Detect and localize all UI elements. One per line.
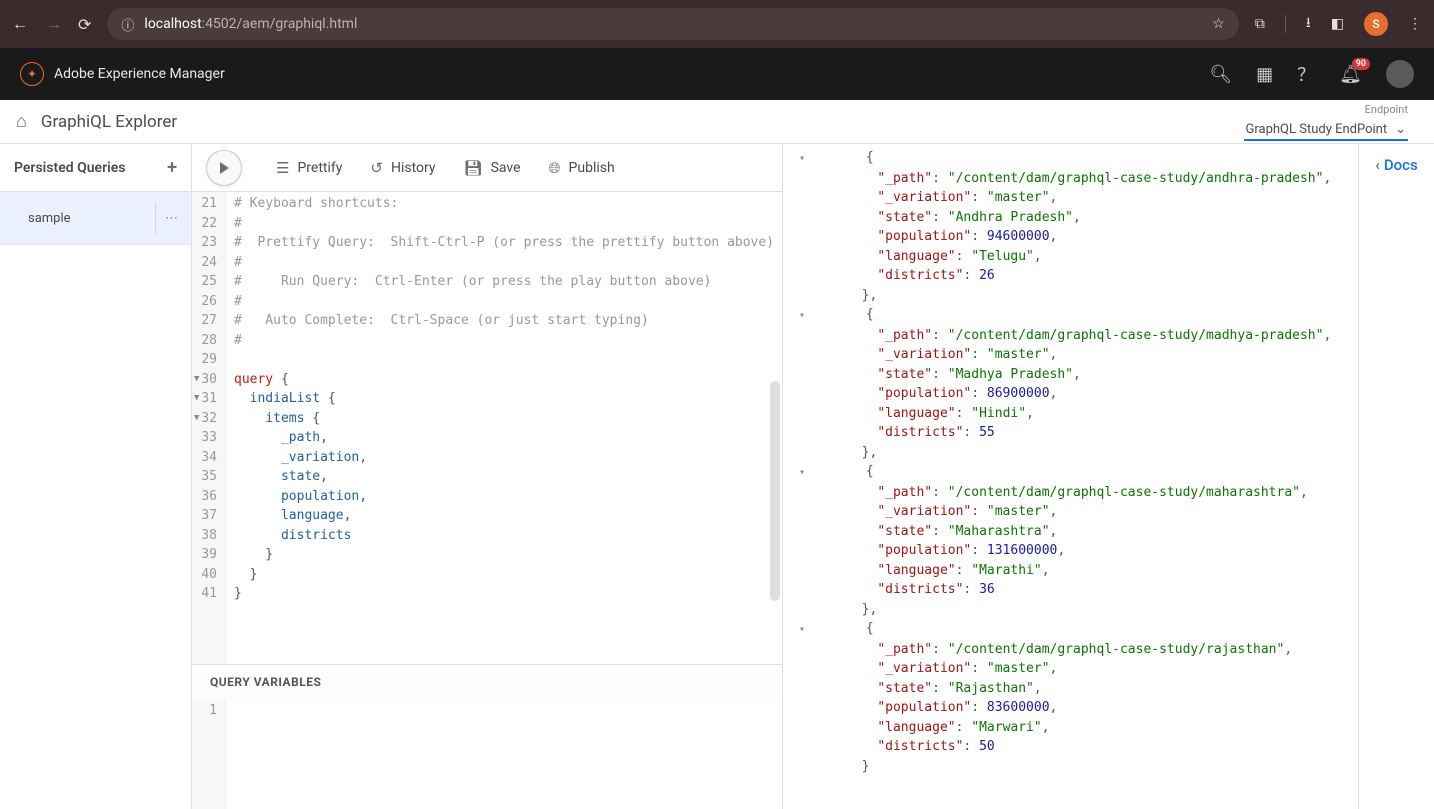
scrollbar[interactable] [770,381,780,601]
persisted-query-item[interactable]: sample ⋯ [0,192,191,245]
reload-icon[interactable]: ⟳ [78,15,91,34]
prettify-icon: ☰ [276,159,289,177]
endpoint-value: GraphQL Study EndPoint [1246,122,1388,137]
result-panel[interactable]: ▾ { "_path": "/content/dam/graphql-case-… [783,144,1358,809]
publish-button[interactable]: 🌐︎Publish [539,153,625,183]
apps-grid-icon[interactable]: ▦ [1256,64,1273,85]
sidebar-header: Persisted Queries + [0,144,191,192]
page-header: ⌂ GraphiQL Explorer Endpoint GraphQL Stu… [0,100,1434,144]
home-icon[interactable]: ⌂ [16,111,27,132]
url-bar[interactable]: ⓘ localhost:4502/aem/graphiql.html ☆ [107,8,1238,40]
editor-panel: ☰Prettify ↺History 💾︎Save 🌐︎Publish 21 2… [192,144,783,809]
docs-toggle[interactable]: ‹ Docs [1375,156,1417,174]
play-icon [217,161,231,175]
bookmark-star-icon[interactable]: ☆ [1212,16,1225,32]
nav-arrows: ← → [12,14,62,34]
save-button[interactable]: 💾︎Save [454,153,531,183]
url-text: localhost:4502/aem/graphiql.html [144,16,1202,32]
endpoint-label: Endpoint [1365,103,1408,116]
vars-gutter: 1 [192,699,226,809]
extensions-icon[interactable]: ⧉ [1255,16,1265,32]
persisted-query-label: sample [28,211,71,226]
query-variables-header[interactable]: QUERY VARIABLES [192,664,782,699]
main: Persisted Queries + sample ⋯ ☰Prettify ↺… [0,144,1434,809]
site-info-icon[interactable]: ⓘ [121,15,134,34]
sidebar-title: Persisted Queries [14,160,126,176]
notification-badge: 90 [1352,58,1370,70]
sidebar: Persisted Queries + sample ⋯ [0,144,192,809]
brand-label: Adobe Experience Manager [54,66,225,82]
aem-logo-icon: ✦ [20,62,44,86]
chevron-left-icon: ‹ [1375,156,1380,174]
add-query-icon[interactable]: + [167,157,177,178]
prettify-button[interactable]: ☰Prettify [266,153,352,183]
more-actions-icon[interactable]: ⋯ [155,202,187,234]
back-icon[interactable]: ← [12,14,28,34]
editor-toolbar: ☰Prettify ↺History 💾︎Save 🌐︎Publish [192,144,782,192]
query-variables-editor[interactable]: 1 [192,699,782,809]
help-icon[interactable]: ？ [1297,61,1315,87]
downloads-icon[interactable]: ⭳ [1306,12,1311,36]
forward-icon[interactable]: → [46,14,62,34]
aem-brand[interactable]: ✦ Adobe Experience Manager [20,62,225,86]
notifications-icon[interactable]: 🔔︎90 [1339,64,1362,85]
browser-chrome: ← → ⟳ ⓘ localhost:4502/aem/graphiql.html… [0,0,1434,48]
line-gutter: 21 22 23 24 25 26 27 28 29 ▼30 ▼31 ▼32 3… [192,192,226,664]
page-title: GraphiQL Explorer [41,112,177,132]
publish-icon: 🌐︎ [549,159,561,177]
history-icon: ↺ [370,159,383,177]
search-icon[interactable]: 🔍︎ [1209,64,1232,85]
vars-code[interactable] [226,699,782,809]
side-panel-icon[interactable]: ◧ [1331,16,1344,32]
user-avatar[interactable] [1386,60,1414,88]
docs-bar: ‹ Docs [1358,144,1434,809]
browser-actions: ⧉ ⭳ ◧ S ⋮ [1255,12,1422,36]
history-button[interactable]: ↺History [360,153,445,183]
query-editor[interactable]: 21 22 23 24 25 26 27 28 29 ▼30 ▼31 ▼32 3… [192,192,782,664]
profile-avatar[interactable]: S [1364,12,1388,36]
aem-header: ✦ Adobe Experience Manager 🔍︎ ▦ ？ 🔔︎90 [0,48,1434,100]
aem-header-actions: 🔍︎ ▦ ？ 🔔︎90 [1209,60,1414,88]
run-button[interactable] [206,150,242,186]
endpoint-selector[interactable]: Endpoint GraphQL Study EndPoint ⌄ [1244,103,1418,141]
kebab-menu-icon[interactable]: ⋮ [1408,16,1422,32]
divider [1285,15,1286,33]
chevron-down-icon: ⌄ [1395,122,1406,137]
code-area[interactable]: # Keyboard shortcuts: # # Prettify Query… [226,192,782,664]
save-icon: 💾︎ [464,159,483,177]
